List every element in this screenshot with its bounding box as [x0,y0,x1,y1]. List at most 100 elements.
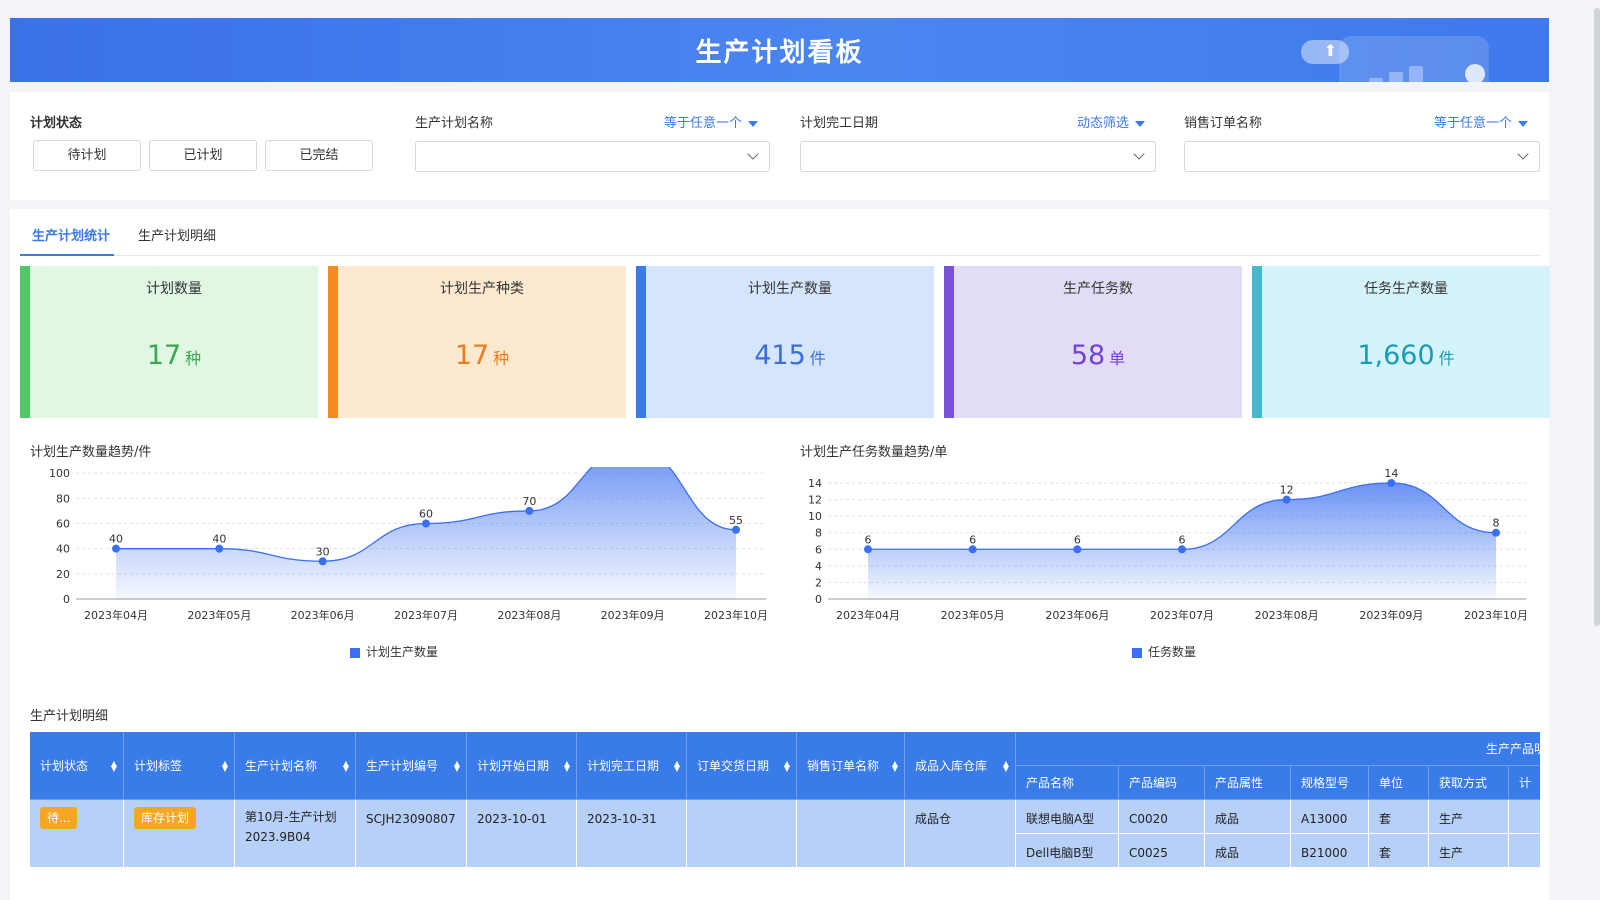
product-cell[interactable]: Dell电脑B型 [1016,834,1119,868]
page-scrollbar[interactable] [1594,8,1600,626]
product-cell[interactable]: 套 [1369,800,1429,834]
data-point[interactable] [215,544,224,553]
table-cell[interactable] [687,800,797,868]
caret-down-icon [1135,120,1146,127]
y-tick-label: 80 [56,492,70,505]
product-cell[interactable]: C0020 [1119,800,1205,834]
finish-date-operator[interactable]: 动态筛选 [1077,112,1146,131]
table-cell[interactable]: 成品仓 [905,800,1016,868]
product-cell[interactable]: 套 [1369,834,1429,868]
sub-column-header[interactable]: 产品属性 [1205,766,1291,800]
product-cell-value: 成品 [1215,812,1240,826]
finish-date-operator-text: 动态筛选 [1077,116,1130,131]
sub-column-header[interactable]: 获取方式 [1429,766,1509,800]
column-header[interactable]: 生产计划编号 ▲ ▼ [356,732,467,800]
product-cell[interactable]: C0025 [1119,834,1205,868]
sub-column-header-label: 产品名称 [1026,776,1075,790]
card-value: 17 [454,340,490,371]
sort-icon: ▲ ▼ [891,758,898,773]
table-cell[interactable]: 2023-10-01 [467,800,577,868]
table-cell[interactable]: 第10月-生产计划 2023.9B04 [235,800,356,868]
data-point[interactable] [1073,545,1082,554]
x-tick-label: 2023年05月 [187,608,251,622]
sub-column-header[interactable]: 计 [1509,766,1540,800]
data-point[interactable] [1387,479,1396,487]
data-point[interactable] [112,544,120,553]
y-tick-label: 40 [56,543,70,556]
data-point[interactable] [864,545,872,554]
column-header[interactable]: 销售订单名称 ▲ ▼ [797,732,905,800]
status-badge: 待... [40,807,78,829]
legend-plan-quantity[interactable]: 计划生产数量 [350,643,438,660]
data-point[interactable] [1178,545,1186,554]
data-point[interactable] [1282,495,1291,504]
x-tick-label: 2023年08月 [497,608,561,622]
data-point[interactable] [1492,528,1500,537]
legend-label: 任务数量 [1148,645,1197,659]
product-cell[interactable]: A13000 [1291,800,1369,834]
sub-column-header[interactable]: 产品编码 [1119,766,1205,800]
data-label: 14 [1384,467,1398,480]
product-cell[interactable]: 成品 [1205,800,1291,834]
column-header-label: 计划开始日期 [477,759,550,773]
data-point[interactable] [525,506,534,515]
status-button-pending[interactable]: 待计划 [33,140,141,171]
x-tick-label: 2023年09月 [1359,608,1423,622]
pie-chart-icon [1465,64,1485,82]
data-point[interactable] [318,557,327,566]
legend-swatch [1132,647,1142,658]
card-value: 415 [754,340,806,371]
card-accent-bar [1252,266,1262,418]
column-header[interactable]: 计划标签 ▲ ▼ [124,732,235,800]
card-accent-bar [328,266,338,418]
data-label: 70 [522,495,536,508]
product-cell-value: 成品 [1215,846,1240,860]
table-cell[interactable]: SCJH23090807 [356,800,467,868]
data-label: 6 [1074,533,1081,546]
product-cell[interactable] [1509,834,1540,868]
sub-column-header[interactable]: 产品名称 [1016,766,1119,800]
legend-task-quantity[interactable]: 任务数量 [1132,643,1196,660]
column-header[interactable]: 成品入库仓库 ▲ ▼ [905,732,1016,800]
card-title: 任务生产数量 [1364,281,1448,297]
product-cell[interactable]: 成品 [1205,834,1291,868]
finish-date-select[interactable] [800,141,1156,172]
product-cell[interactable]: 联想电脑A型 [1016,800,1119,834]
plan-name-filter-label: 生产计划名称 [415,116,494,131]
kpi-card-4: 任务生产数量 1,660 件 [1252,266,1550,418]
table-cell[interactable]: 2023-10-31 [577,800,687,868]
product-cell[interactable]: B21000 [1291,834,1369,868]
sales-order-operator[interactable]: 等于任意一个 [1434,112,1529,131]
tab-plan-statistics[interactable]: 生产计划统计 [32,225,110,244]
plan-name-select[interactable] [415,141,770,172]
column-header[interactable]: 订单交货日期 ▲ ▼ [687,732,797,800]
data-label: 6 [969,533,976,546]
data-point[interactable] [422,519,430,528]
product-cell[interactable] [1509,800,1540,834]
table-cell[interactable]: 待... [30,800,124,868]
status-button-completed[interactable]: 已完结 [265,140,373,171]
x-tick-label: 2023年10月 [704,608,768,622]
product-cell[interactable]: 生产 [1429,800,1509,834]
data-point[interactable] [732,525,740,534]
sales-order-select[interactable] [1184,141,1540,172]
warehouse: 成品仓 [915,812,952,826]
column-header[interactable]: 计划开始日期 ▲ ▼ [467,732,577,800]
y-tick-label: 4 [815,560,822,573]
plan-name-operator[interactable]: 等于任意一个 [664,112,759,131]
column-header[interactable]: 生产计划名称 ▲ ▼ [235,732,356,800]
column-header[interactable]: 计划完工日期 ▲ ▼ [577,732,687,800]
sub-column-header[interactable]: 规格型号 [1291,766,1369,800]
x-tick-label: 2023年08月 [1255,608,1319,622]
sort-icon: ▲ ▼ [673,758,680,773]
table-cell[interactable]: 库存计划 [124,800,235,868]
status-button-planned[interactable]: 已计划 [149,140,257,171]
sub-column-header-label: 计 [1519,776,1532,790]
data-point[interactable] [968,545,977,554]
column-header[interactable]: 计划状态 ▲ ▼ [30,732,124,800]
table-cell[interactable] [797,800,905,868]
product-cell[interactable]: 生产 [1429,834,1509,868]
tab-plan-detail[interactable]: 生产计划明细 [138,225,216,244]
chevron-down-icon [1517,148,1529,160]
sub-column-header[interactable]: 单位 [1369,766,1429,800]
